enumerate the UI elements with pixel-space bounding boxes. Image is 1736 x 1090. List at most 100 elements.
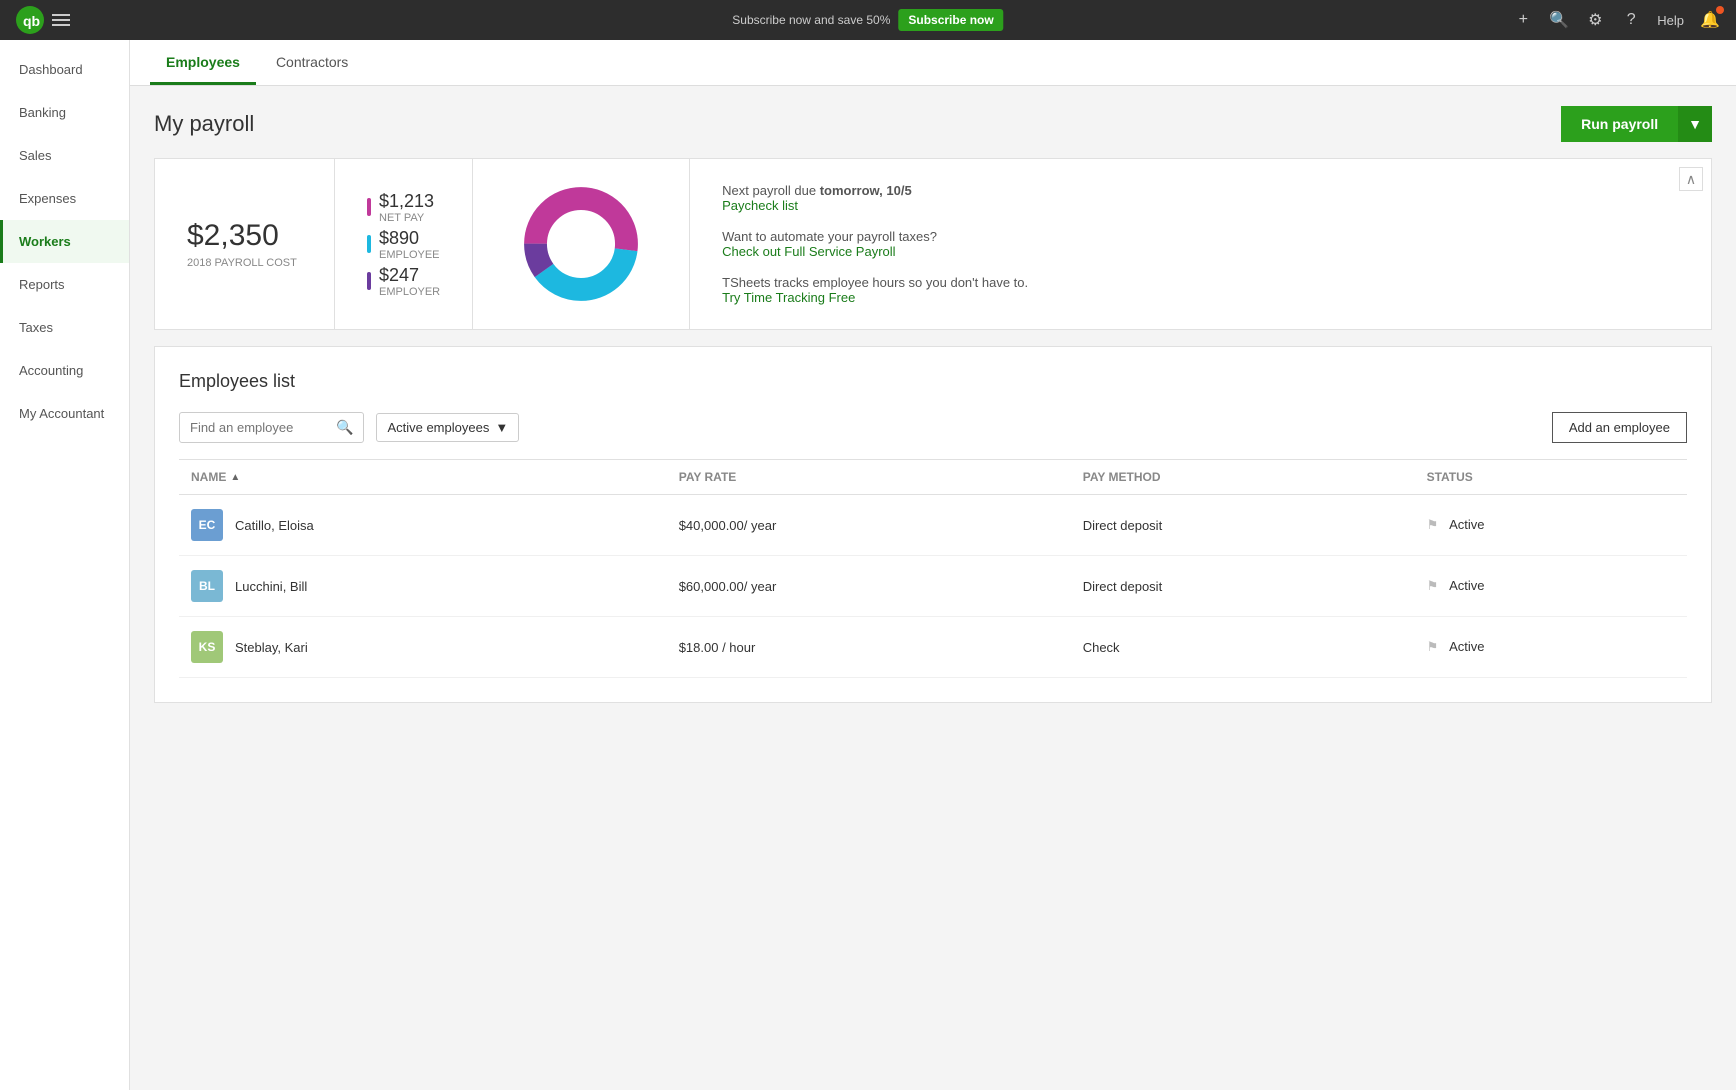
employee-pay-rate: $60,000.00/ year [667, 556, 1071, 617]
col-pay-rate: PAY RATE [667, 460, 1071, 495]
chevron-down-icon: ▼ [495, 420, 508, 435]
employee-pay-method: Direct deposit [1071, 495, 1415, 556]
breakdown-employer: $247 EMPLOYER [367, 265, 440, 298]
employee-pay-method: Direct deposit [1071, 556, 1415, 617]
employee-amount: $890 [379, 228, 440, 249]
avatar: EC [191, 509, 223, 541]
table-row[interactable]: BL Lucchini, Bill $60,000.00/ year Direc… [179, 556, 1687, 617]
employee-label: EMPLOYEE [379, 249, 440, 261]
sidebar-item-workers[interactable]: Workers [0, 220, 129, 263]
payroll-card: $2,350 2018 PAYROLL COST $1,213 NET PAY [154, 158, 1712, 330]
automate-taxes-line: Want to automate your payroll taxes? Che… [722, 229, 1679, 259]
page-inner: My payroll Run payroll ▼ $2,350 2018 PAY… [130, 86, 1736, 723]
net-pay-label: NET PAY [379, 212, 434, 224]
help-label[interactable]: Help [1657, 13, 1684, 28]
status-value: Active [1449, 639, 1484, 654]
svg-text:qb: qb [23, 13, 40, 29]
active-employees-filter[interactable]: Active employees ▼ [376, 413, 519, 442]
notification-badge [1716, 6, 1724, 14]
promo-text: Subscribe now and save 50% [732, 13, 890, 27]
employee-status: ⚑ Active [1415, 556, 1687, 617]
search-input[interactable] [190, 420, 330, 435]
help-icon[interactable]: ? [1621, 10, 1641, 30]
tab-contractors[interactable]: Contractors [260, 40, 364, 85]
employee-name: Catillo, Eloisa [235, 518, 314, 533]
payroll-cost-label: 2018 PAYROLL COST [187, 257, 302, 269]
status-icon: ⚑ [1427, 578, 1439, 593]
run-payroll-button[interactable]: Run payroll [1561, 106, 1678, 142]
hamburger-icon[interactable] [52, 14, 70, 26]
status-value: Active [1449, 517, 1484, 532]
settings-icon[interactable]: ⚙ [1585, 10, 1605, 30]
table-row[interactable]: KS Steblay, Kari $18.00 / hour Check ⚑ A… [179, 617, 1687, 678]
sidebar-item-accounting[interactable]: Accounting [0, 349, 129, 392]
payroll-cost-section: $2,350 2018 PAYROLL COST [155, 159, 335, 329]
net-pay-amount: $1,213 [379, 191, 434, 212]
add-icon[interactable]: + [1513, 10, 1533, 30]
breakdown-employee: $890 EMPLOYEE [367, 228, 440, 261]
employees-list-title: Employees list [179, 371, 1687, 392]
employee-name: Steblay, Kari [235, 640, 308, 655]
employee-pay-rate: $40,000.00/ year [667, 495, 1071, 556]
topbar: qb Subscribe now and save 50% Subscribe … [0, 0, 1736, 40]
employee-pay-method: Check [1071, 617, 1415, 678]
employee-name-cell: BL Lucchini, Bill [179, 556, 667, 617]
payroll-info: Next payroll due tomorrow, 10/5 Paycheck… [690, 159, 1711, 329]
sidebar-item-sales[interactable]: Sales [0, 134, 129, 177]
employee-name: Lucchini, Bill [235, 579, 307, 594]
notification-icon[interactable]: 🔔 [1700, 10, 1720, 30]
collapse-button[interactable]: ∧ [1679, 167, 1703, 191]
next-payroll-line: Next payroll due tomorrow, 10/5 Paycheck… [722, 183, 1679, 213]
full-service-link[interactable]: Check out Full Service Payroll [722, 244, 895, 259]
donut-chart-wrapper [473, 159, 690, 329]
sidebar-item-expenses[interactable]: Expenses [0, 177, 129, 220]
breakdown-bar-employee [367, 235, 371, 253]
sort-icon: ▲ [230, 472, 240, 483]
employees-section: Employees list 🔍 Active employees ▼ Add … [154, 346, 1712, 703]
list-controls: 🔍 Active employees ▼ Add an employee [179, 412, 1687, 443]
avatar: BL [191, 570, 223, 602]
table-row[interactable]: EC Catillo, Eloisa $40,000.00/ year Dire… [179, 495, 1687, 556]
time-tracking-link[interactable]: Try Time Tracking Free [722, 290, 855, 305]
sidebar-item-dashboard[interactable]: Dashboard [0, 48, 129, 91]
tab-employees[interactable]: Employees [150, 40, 256, 85]
topbar-right: + 🔍 ⚙ ? Help 🔔 [1513, 10, 1720, 30]
promo-banner: Subscribe now and save 50% Subscribe now [732, 9, 1003, 31]
sidebar: Dashboard Banking Sales Expenses Workers… [0, 40, 130, 1090]
employee-name-cell: KS Steblay, Kari [179, 617, 667, 678]
run-payroll-dropdown[interactable]: ▼ [1678, 106, 1712, 142]
breakdown-net-pay: $1,213 NET PAY [367, 191, 440, 224]
subscribe-button[interactable]: Subscribe now [898, 9, 1003, 31]
run-payroll-wrapper: Run payroll ▼ [1561, 106, 1712, 142]
payroll-cost-amount: $2,350 [187, 219, 302, 253]
sidebar-item-my-accountant[interactable]: My Accountant [0, 392, 129, 435]
search-icon[interactable]: 🔍 [1549, 10, 1569, 30]
paycheck-list-link[interactable]: Paycheck list [722, 198, 798, 213]
employee-pay-rate: $18.00 / hour [667, 617, 1071, 678]
status-value: Active [1449, 578, 1484, 593]
quickbooks-logo: qb [16, 6, 44, 34]
main-content: Employees Contractors My payroll Run pay… [130, 40, 1736, 1090]
add-employee-button[interactable]: Add an employee [1552, 412, 1687, 443]
logo-area[interactable]: qb [16, 6, 78, 34]
employee-table: NAME ▲ PAY RATE PAY METHOD STATUS EC [179, 459, 1687, 678]
col-name[interactable]: NAME ▲ [179, 460, 667, 495]
search-icon: 🔍 [336, 419, 353, 436]
app-layout: Dashboard Banking Sales Expenses Workers… [0, 40, 1736, 1090]
sidebar-item-banking[interactable]: Banking [0, 91, 129, 134]
tabs-bar: Employees Contractors [130, 40, 1736, 86]
employer-amount: $247 [379, 265, 440, 286]
col-status: STATUS [1415, 460, 1687, 495]
breakdown-bar-net [367, 198, 371, 216]
payroll-header: My payroll Run payroll ▼ [154, 106, 1712, 142]
donut-chart [521, 184, 641, 304]
status-icon: ⚑ [1427, 517, 1439, 532]
sidebar-item-taxes[interactable]: Taxes [0, 306, 129, 349]
sidebar-item-reports[interactable]: Reports [0, 263, 129, 306]
status-icon: ⚑ [1427, 639, 1439, 654]
employer-label: EMPLOYER [379, 286, 440, 298]
payroll-title: My payroll [154, 111, 254, 137]
employee-status: ⚑ Active [1415, 617, 1687, 678]
tsheets-line: TSheets tracks employee hours so you don… [722, 275, 1679, 305]
search-wrapper: 🔍 [179, 412, 364, 443]
